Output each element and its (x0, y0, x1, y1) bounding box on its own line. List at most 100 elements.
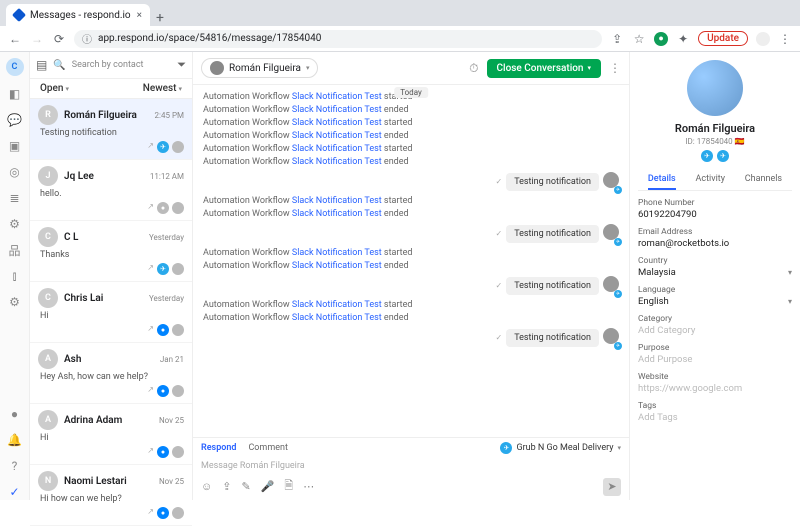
list-toggle-icon[interactable]: ▤ (36, 58, 47, 72)
channel-telegram-icon[interactable]: ✈ (701, 150, 713, 162)
conversation-item[interactable]: NNaomi LestariNov 25Hi how can we help?↗… (30, 465, 192, 526)
channel-icon: ✈ (157, 141, 169, 153)
language-value[interactable]: English▾ (638, 296, 792, 307)
conv-time: 2:45 PM (155, 111, 184, 120)
address-bar[interactable]: ⓘ app.respond.io/space/54816/message/178… (74, 30, 602, 48)
user-status-icon[interactable]: ● (7, 406, 23, 422)
conversation-item[interactable]: AAshJan 21Hey Ash, how can we help?↗● (30, 343, 192, 404)
expand-icon[interactable]: ↗ (147, 507, 154, 519)
workspace-avatar[interactable]: C (6, 58, 24, 76)
settings-icon[interactable]: ⚙ (7, 294, 23, 310)
tags-input[interactable]: Add Tags (638, 412, 792, 423)
system-message: Automation Workflow Slack Notification T… (203, 118, 619, 128)
attach-icon[interactable]: ⇪ (222, 480, 231, 493)
email-value[interactable]: roman@rocketbots.io (638, 238, 792, 249)
filter-icon[interactable]: ⏷ (177, 58, 186, 72)
org-icon[interactable]: 品 (7, 242, 23, 258)
forward-icon[interactable]: → (30, 32, 44, 46)
share-icon[interactable]: ⇪ (610, 32, 624, 46)
help-icon[interactable]: ? (7, 458, 23, 474)
tab-channels[interactable]: Channels (745, 170, 782, 190)
phone-value[interactable]: 60192204790 (638, 209, 792, 220)
category-input[interactable]: Add Category (638, 325, 792, 336)
tab-activity[interactable]: Activity (696, 170, 725, 190)
reports-icon[interactable]: ⫾ (7, 268, 23, 284)
close-conversation-button[interactable]: Close Conversation▾ (487, 59, 601, 78)
back-icon[interactable]: ← (8, 32, 22, 46)
expand-icon[interactable]: ↗ (147, 202, 154, 214)
conv-name: Román Filgueira (64, 110, 149, 121)
expand-icon[interactable]: ↗ (147, 141, 154, 153)
search-input[interactable]: Search by contact (72, 60, 171, 70)
favicon (12, 8, 26, 22)
new-tab-button[interactable]: + (150, 10, 170, 26)
menu-icon[interactable]: ⋮ (778, 32, 792, 46)
expand-icon[interactable]: ↗ (147, 446, 154, 458)
system-message: Automation Workflow Slack Notification T… (203, 196, 619, 206)
bookmark-icon[interactable]: ☆ (632, 32, 646, 46)
avatar: C (38, 288, 58, 308)
conv-preview: Hi (40, 311, 184, 321)
assignee-avatar (172, 141, 184, 153)
avatar: J (38, 166, 58, 186)
assignee-avatar (172, 446, 184, 458)
purpose-input[interactable]: Add Purpose (638, 354, 792, 365)
conversation-item[interactable]: JJq Lee11:12 AMhello.↗● (30, 160, 192, 221)
compose-tab-respond[interactable]: Respond (201, 443, 236, 453)
expand-icon[interactable]: ↗ (147, 263, 154, 275)
profile-avatar[interactable] (756, 32, 770, 46)
thread-menu-icon[interactable]: ⋮ (609, 61, 621, 75)
sort-newest[interactable]: Newest▾ (143, 83, 182, 94)
expand-icon[interactable]: ↗ (147, 324, 154, 336)
expand-icon[interactable]: ↗ (147, 385, 154, 397)
snooze-icon[interactable]: ⏱ (469, 61, 478, 76)
snippet-icon[interactable]: ✎ (241, 480, 250, 493)
message-input[interactable]: Message Román Filgueira (201, 458, 621, 474)
email-label: Email Address (638, 227, 792, 237)
conversation-item[interactable]: CChris LaiYesterdayHi↗● (30, 282, 192, 343)
channel-selector[interactable]: ✈ Grub N Go Meal Delivery ▾ (500, 442, 621, 454)
chevron-down-icon: ▾ (306, 64, 310, 72)
browser-tab[interactable]: Messages - respond.io × (6, 4, 150, 26)
conversation-item[interactable]: AAdrina AdamNov 25Hi↗● (30, 404, 192, 465)
reload-icon[interactable]: ⟳ (52, 32, 66, 46)
category-label: Category (638, 314, 792, 324)
filter-open[interactable]: Open▾ (40, 83, 69, 94)
telegram-icon: ✈ (614, 186, 622, 194)
file-icon[interactable]: 🗎 (284, 477, 293, 496)
voice-icon[interactable]: 🎤 (261, 480, 275, 493)
contact-selector[interactable]: Román Filgueira ▾ (201, 58, 318, 78)
detail-id: ID: 17854040 🇪🇸 (638, 137, 792, 146)
more-compose-icon[interactable]: ⋯ (303, 480, 314, 493)
website-value[interactable]: https://www.google.com (638, 383, 792, 394)
messages-icon[interactable]: 💬 (7, 112, 23, 128)
list-icon[interactable]: ≣ (7, 190, 23, 206)
broadcast-icon[interactable]: ◎ (7, 164, 23, 180)
search-icon[interactable]: 🔍 (53, 60, 65, 71)
outgoing-message: ✓Testing notification✈ (203, 276, 619, 295)
conversation-item[interactable]: RRomán Filgueira2:45 PMTesting notificat… (30, 99, 192, 160)
compose-tab-comment[interactable]: Comment (248, 443, 287, 453)
workflow-icon[interactable]: ⚙ (7, 216, 23, 232)
close-tab-icon[interactable]: × (137, 10, 142, 21)
notifications-icon[interactable]: 🔔 (7, 432, 23, 448)
extension-icon[interactable]: ● (654, 32, 668, 46)
update-button[interactable]: Update (698, 31, 748, 46)
detail-name: Román Filgueira (638, 122, 792, 135)
conv-name: Chris Lai (64, 293, 143, 304)
contacts-icon[interactable]: ▣ (7, 138, 23, 154)
tab-details[interactable]: Details (648, 170, 676, 190)
extensions-icon[interactable]: ✦ (676, 32, 690, 46)
send-button[interactable]: ➤ (603, 478, 621, 496)
channel-telegram2-icon[interactable]: ✈ (717, 150, 729, 162)
conv-name: Jq Lee (64, 171, 144, 182)
conversation-list: ▤ 🔍 Search by contact ⏷ Open▾ Newest▾ RR… (30, 52, 193, 500)
country-value[interactable]: Malaysia▾ (638, 267, 792, 278)
channel-icon: ● (157, 446, 169, 458)
conversation-item[interactable]: CC LYesterdayThanks↗✈ (30, 221, 192, 282)
conv-preview: Hey Ash, how can we help? (40, 372, 184, 382)
system-message: Automation Workflow Slack Notification T… (203, 105, 619, 115)
emoji-icon[interactable]: ☺ (201, 480, 212, 493)
check-icon: ✓ (495, 333, 502, 342)
dashboard-icon[interactable]: ◧ (7, 86, 23, 102)
